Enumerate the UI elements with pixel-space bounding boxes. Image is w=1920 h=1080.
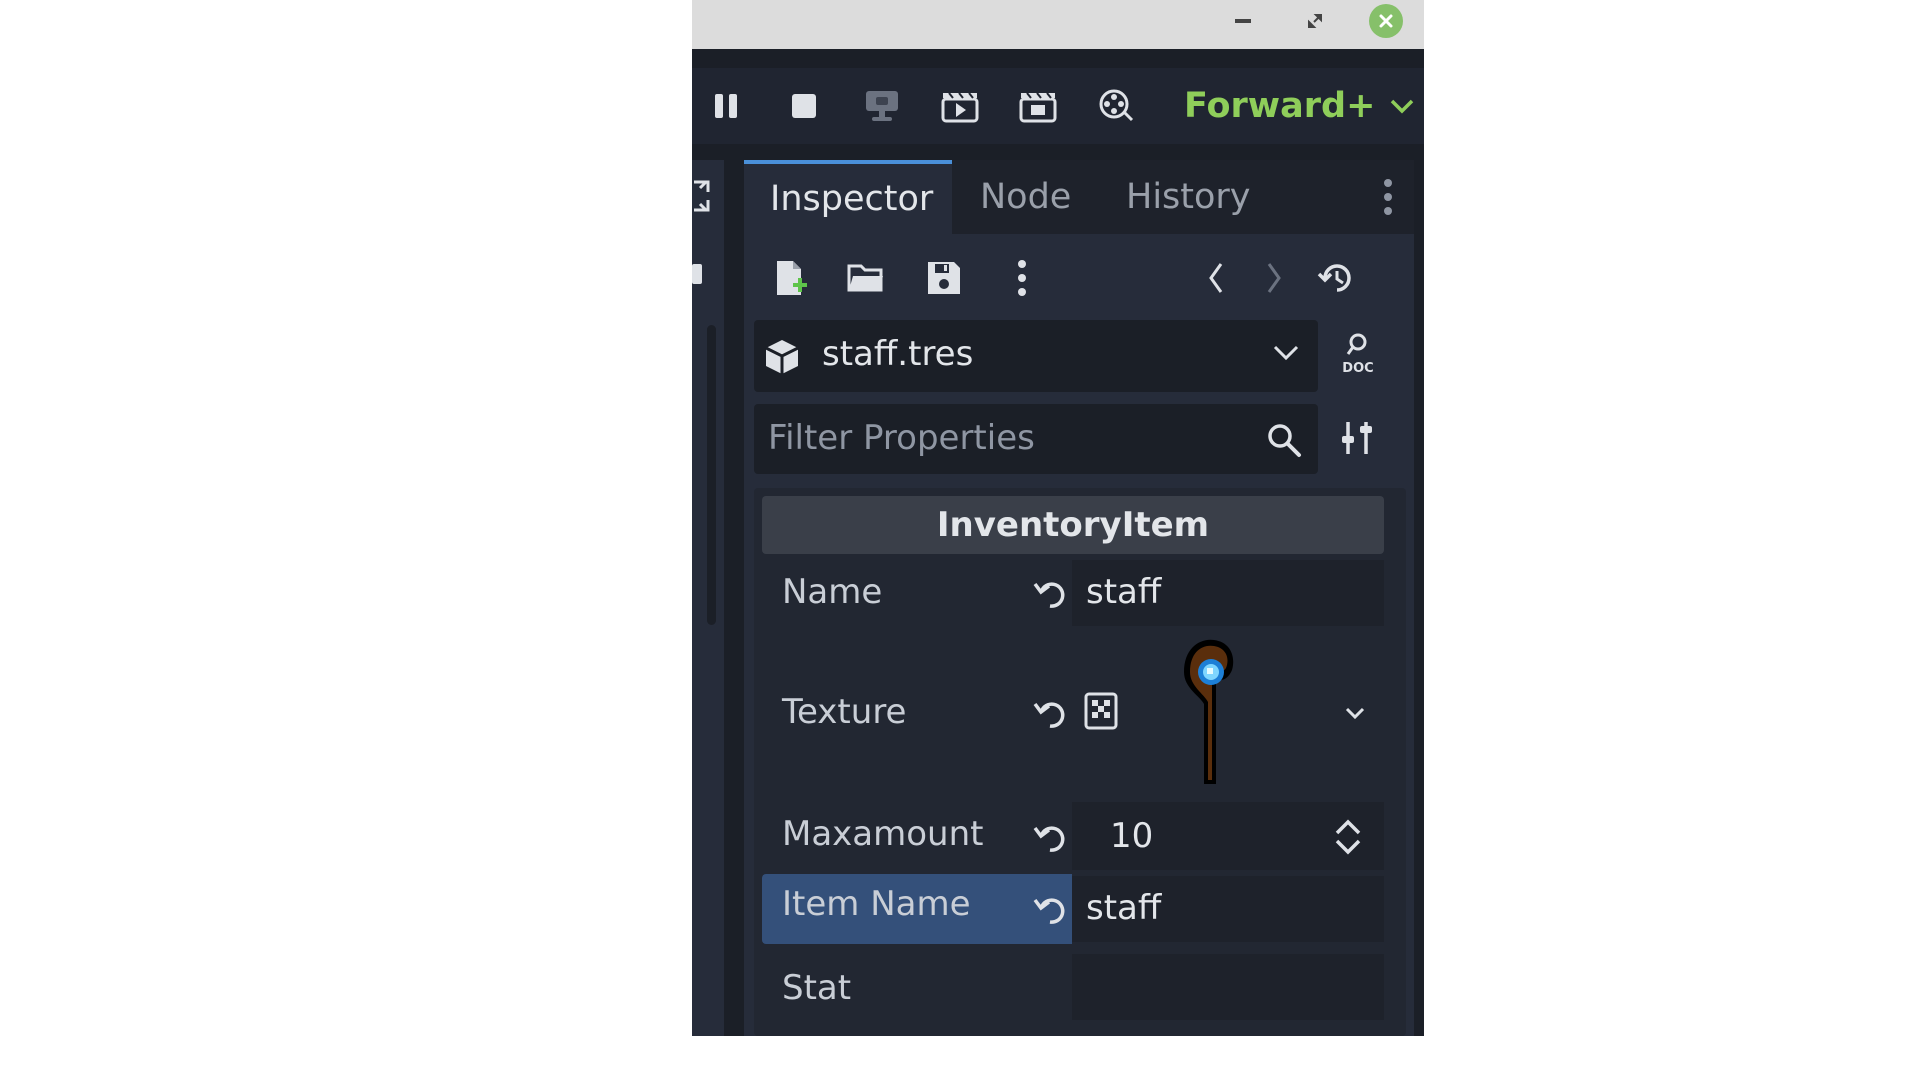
kebab-menu-icon	[1018, 260, 1026, 296]
category-header[interactable]: InventoryItem	[762, 496, 1384, 554]
tools-icon	[1342, 422, 1372, 454]
remote-debug-button[interactable]	[858, 82, 906, 130]
maxamount-spinbox[interactable]: 10	[1072, 802, 1384, 870]
tab-node[interactable]: Node	[980, 160, 1071, 234]
item-name-field[interactable]: staff	[1072, 876, 1384, 942]
svg-text:DOC: DOC	[1342, 361, 1373, 376]
save-icon	[928, 262, 960, 294]
property-row-texture: Texture	[762, 634, 1384, 794]
property-row-maxamount: Maxamount 10	[762, 800, 1384, 872]
folder-open-icon	[847, 264, 883, 292]
tab-label: Node	[980, 177, 1072, 217]
property-label: Stat	[782, 968, 852, 1008]
restore-icon	[1308, 14, 1322, 28]
property-label: Texture	[782, 692, 907, 732]
expand-icon[interactable]	[692, 178, 712, 214]
resource-selector[interactable]: staff.tres	[754, 320, 1318, 392]
revert-button[interactable]	[1028, 888, 1072, 932]
movie-maker-icon	[1099, 89, 1134, 122]
run-toolbar: Forward+	[692, 68, 1424, 144]
play-custom-scene-icon	[1019, 92, 1057, 123]
revert-button[interactable]	[1028, 692, 1072, 736]
play-scene-button[interactable]	[936, 82, 984, 130]
stat-field[interactable]	[1072, 954, 1384, 1020]
properties-panel: InventoryItem Name staff Texture Maxamou…	[754, 488, 1406, 1036]
filter-placeholder: Filter Properties	[768, 418, 1035, 458]
play-scene-icon	[941, 92, 979, 123]
revert-button[interactable]	[1028, 572, 1072, 616]
texture-field[interactable]	[1072, 634, 1384, 794]
kebab-menu-icon	[1384, 179, 1392, 215]
chevron-right-icon	[1267, 263, 1281, 293]
resource-name: staff.tres	[822, 334, 974, 374]
panel-icon	[692, 264, 702, 284]
chevron-down-icon	[1273, 345, 1299, 361]
renderer-label: Forward+	[1184, 86, 1376, 126]
chevron-down-icon	[1391, 99, 1414, 114]
history-back-button[interactable]	[1192, 254, 1240, 302]
tab-inspector[interactable]: Inspector	[744, 160, 952, 234]
minimize-button[interactable]	[1226, 4, 1260, 38]
doc-search-icon: DOC	[1342, 333, 1374, 376]
stop-button[interactable]	[780, 82, 828, 130]
property-row-stat: Stat	[762, 950, 1384, 1030]
resource-icon	[765, 340, 799, 374]
left-dock-panel	[692, 160, 724, 1036]
category-title: InventoryItem	[936, 505, 1210, 545]
revert-icon	[1033, 826, 1065, 852]
minimize-icon	[1235, 19, 1251, 23]
history-icon	[1317, 264, 1351, 292]
pause-icon	[715, 94, 737, 118]
close-button[interactable]	[1369, 4, 1403, 38]
resource-extra-button[interactable]	[998, 254, 1046, 302]
history-forward-button[interactable]	[1250, 254, 1298, 302]
stop-icon	[792, 94, 816, 118]
tab-menu-button[interactable]	[1368, 176, 1408, 218]
property-row-name: Name staff	[762, 558, 1384, 628]
property-label: Maxamount	[782, 814, 984, 854]
name-field[interactable]: staff	[1072, 560, 1384, 626]
inspector-dock: Inspector Node History staff.tres DOC Fi…	[744, 160, 1414, 1036]
property-label: Item Name	[782, 884, 971, 924]
name-value: staff	[1086, 572, 1162, 612]
tab-history[interactable]: History	[1126, 160, 1251, 234]
chevron-left-icon	[1209, 263, 1223, 293]
open-resource-button[interactable]	[842, 254, 890, 302]
new-resource-button[interactable]	[766, 254, 814, 302]
open-documentation-button[interactable]: DOC	[1334, 330, 1382, 378]
play-custom-scene-button[interactable]	[1014, 82, 1062, 130]
godot-editor-window: Forward+ Inspector Node History staff.tr…	[692, 0, 1424, 1036]
property-label: Name	[782, 572, 883, 612]
revert-button[interactable]	[1028, 816, 1072, 860]
maxamount-value: 10	[1110, 816, 1154, 856]
texture-type-icon	[1084, 692, 1118, 730]
new-resource-icon	[777, 261, 807, 295]
save-resource-button[interactable]	[920, 254, 968, 302]
renderer-dropdown[interactable]: Forward+	[1184, 84, 1415, 128]
dock-tabs: Inspector Node History	[744, 160, 1414, 234]
window-titlebar	[692, 0, 1424, 49]
chevron-down-icon[interactable]	[1344, 706, 1366, 720]
staff-sprite-preview	[1184, 639, 1234, 784]
close-icon	[1369, 4, 1403, 38]
spinner-arrows-icon[interactable]	[1332, 818, 1364, 856]
pause-button[interactable]	[702, 82, 750, 130]
object-history-button[interactable]	[1312, 254, 1360, 302]
property-row-item-name: Item Name staff	[762, 874, 1384, 944]
tab-label: History	[1126, 177, 1251, 217]
restore-button[interactable]	[1298, 4, 1332, 38]
movie-maker-button[interactable]	[1092, 82, 1140, 130]
search-icon	[1268, 424, 1301, 457]
item-name-value: staff	[1086, 888, 1162, 928]
filter-properties-field[interactable]: Filter Properties	[754, 404, 1318, 474]
tab-label: Inspector	[770, 179, 934, 219]
revert-icon	[1033, 702, 1065, 728]
remote-debug-icon	[866, 91, 898, 121]
revert-icon	[1033, 898, 1065, 924]
scrollbar[interactable]	[707, 325, 716, 625]
inspector-tools-button[interactable]	[1334, 414, 1382, 462]
revert-icon	[1033, 582, 1065, 608]
